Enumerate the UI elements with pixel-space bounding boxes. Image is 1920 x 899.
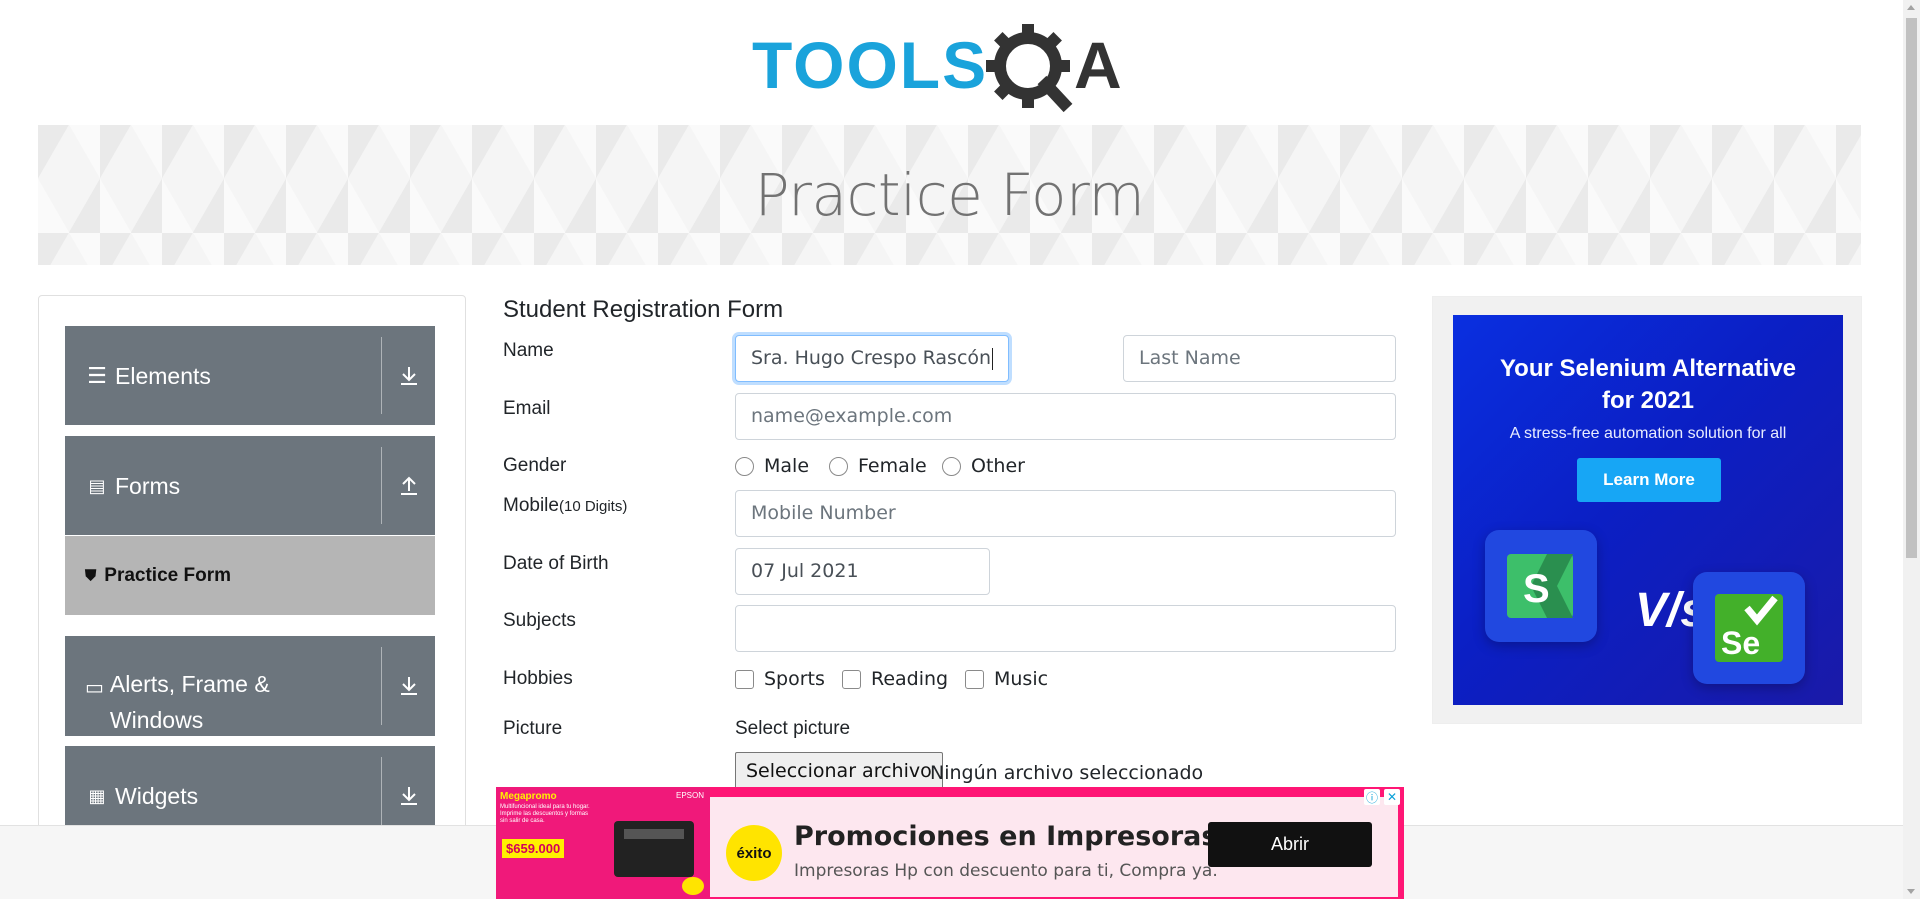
bottom-ad[interactable]: Megapromo Multifuncional ideal para tu h…	[496, 787, 1404, 899]
sidebar-group-elements[interactable]: ☰ Elements	[65, 326, 435, 425]
sidebar: ☰ Elements ▤ Forms ⛊ Practice Form ▭ Ale…	[38, 295, 466, 899]
upload-icon[interactable]	[391, 468, 427, 504]
ad-title[interactable]: Promociones en Impresoras HP	[794, 821, 1269, 852]
select-picture-label: Select picture	[735, 718, 851, 739]
sidebar-group-label: Forms	[115, 473, 181, 499]
choose-file-button[interactable]: Seleccionar archivo	[735, 752, 943, 790]
sidebar-group-label: Elements	[115, 363, 211, 389]
selenium-logo-tile: Se	[1693, 572, 1805, 684]
svg-text:Se: Se	[1721, 625, 1760, 661]
subjects-label: Subjects	[503, 610, 576, 631]
window-icon: ▭	[85, 677, 104, 699]
gender-label: Gender	[503, 455, 567, 476]
gender-male-radio[interactable]: Male	[735, 455, 809, 477]
sidebar-group-forms[interactable]: ▤ Forms	[65, 436, 435, 535]
ad-description: Impresoras Hp con descuento para ti, Com…	[794, 861, 1218, 881]
ad-headline: Your Selenium Alternative for 2021	[1499, 355, 1797, 414]
hobbies-label: Hobbies	[503, 668, 573, 689]
learn-more-button[interactable]: Learn More	[1577, 458, 1721, 502]
page-scrollbar[interactable]	[1903, 0, 1920, 899]
scrollbar-thumb[interactable]	[1906, 18, 1917, 558]
ad-subtitle: A stress-free automation solution for al…	[1509, 425, 1787, 442]
ad-info-icon[interactable]: ⓘ	[1364, 789, 1380, 805]
email-input[interactable]: name@example.com	[735, 393, 1396, 440]
mobile-input[interactable]: Mobile Number	[735, 490, 1396, 537]
html5-icon: ⛊	[85, 567, 97, 584]
side-ad[interactable]: Your Selenium Alternative for 2021 A str…	[1432, 296, 1862, 724]
katalon-logo-tile: S	[1485, 530, 1597, 642]
hobby-reading-checkbox[interactable]: Reading	[842, 668, 948, 690]
download-icon[interactable]	[391, 778, 427, 814]
mobile-label: Mobile(10 Digits)	[503, 495, 628, 516]
name-label: Name	[503, 340, 554, 361]
date-of-birth-input[interactable]: 07 Jul 2021	[735, 548, 990, 595]
hobby-sports-checkbox[interactable]: Sports	[735, 668, 825, 690]
ad-banner[interactable]: Your Selenium Alternative for 2021 A str…	[1453, 315, 1843, 705]
picture-label: Picture	[503, 718, 563, 739]
sidebar-item-label: Practice Form	[104, 564, 231, 586]
sidebar-group-alerts[interactable]: ▭ Alerts, Frame & Windows	[65, 636, 435, 736]
menu-icon: ☰	[87, 363, 107, 388]
scroll-down-arrow-icon[interactable]	[1907, 889, 1915, 894]
dob-label: Date of Birth	[503, 553, 609, 574]
email-label: Email	[503, 398, 551, 419]
page-banner: Practice Form	[38, 125, 1861, 265]
svg-text:TOOLS: TOOLS	[752, 28, 988, 102]
hobby-music-checkbox[interactable]: Music	[965, 668, 1048, 690]
page-title: Practice Form	[754, 161, 1145, 229]
first-name-input[interactable]: Sra. Hugo Crespo Rascón	[735, 335, 1009, 382]
scroll-up-arrow-icon[interactable]	[1907, 5, 1915, 10]
toolsqa-logo[interactable]: TOOLS A	[752, 22, 1152, 114]
ad-close-icon[interactable]: ✕	[1384, 789, 1400, 805]
sidebar-group-label: Widgets	[115, 783, 199, 809]
download-icon[interactable]	[391, 668, 427, 704]
file-status: Ningún archivo seleccionado	[930, 762, 1204, 784]
gender-female-radio[interactable]: Female	[829, 455, 927, 477]
svg-text:S: S	[1523, 567, 1550, 611]
sidebar-item-practice-form[interactable]: ⛊ Practice Form	[65, 536, 435, 615]
subjects-input[interactable]	[735, 605, 1396, 652]
form-title: Student Registration Form	[503, 296, 784, 323]
sidebar-group-label: Alerts, Frame & Windows	[109, 671, 270, 733]
download-icon[interactable]	[391, 358, 427, 394]
open-ad-button[interactable]: Abrir	[1208, 822, 1372, 867]
document-icon: ▤	[88, 476, 106, 496]
last-name-input[interactable]: Last Name	[1123, 335, 1396, 382]
svg-text:A: A	[1074, 28, 1122, 102]
widgets-icon: ▦	[88, 786, 106, 806]
printer-image	[614, 821, 694, 877]
gender-other-radio[interactable]: Other	[942, 455, 1025, 477]
exito-logo: éxito	[726, 825, 782, 881]
promo-image: Megapromo Multifuncional ideal para tu h…	[496, 787, 710, 899]
